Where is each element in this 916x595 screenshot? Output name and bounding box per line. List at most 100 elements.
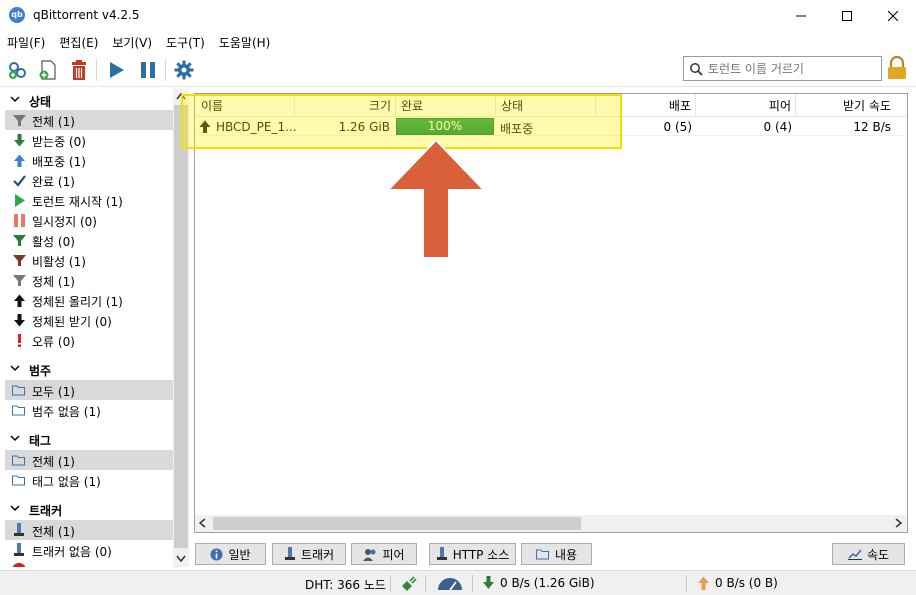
scroll-right-arrow-icon[interactable] xyxy=(894,518,902,528)
column-header-status[interactable]: 상태 xyxy=(496,94,596,116)
torrent-down-speed: 12 B/s xyxy=(853,120,891,134)
trackers-header-label: 트래커 xyxy=(29,504,63,518)
tab-http-sources[interactable]: HTTP 소스 xyxy=(429,543,516,565)
sidebar-tracker-all[interactable]: 전체 (1) xyxy=(5,520,173,540)
up-arrow-icon xyxy=(12,153,26,167)
scroll-up-arrow-icon[interactable] xyxy=(176,93,186,101)
sidebar-status-stalled-uploading[interactable]: 정체된 올리기 (1) xyxy=(5,290,173,310)
minimize-button[interactable] xyxy=(778,0,824,31)
sidebar-item-label: 받는중 (0) xyxy=(32,135,86,149)
menu-view[interactable]: 보기(V) xyxy=(105,31,159,53)
maximize-button[interactable] xyxy=(824,0,870,31)
sidebar-status-seeding[interactable]: 배포중 (1) xyxy=(5,150,173,170)
folder-icon xyxy=(12,403,26,417)
folder-icon xyxy=(12,453,26,467)
download-speed-icon xyxy=(483,576,494,589)
torrent-peers: 0 (4) xyxy=(763,120,792,134)
tab-general[interactable]: 일반 xyxy=(195,543,266,565)
tags-header-label: 태그 xyxy=(29,434,52,448)
sidebar-status-errored[interactable]: 오류 (0) xyxy=(5,330,173,350)
sidebar-status-paused[interactable]: 일시정지 (0) xyxy=(5,210,173,230)
window-title: qBittorrent v4.2.5 xyxy=(33,8,140,22)
list-scroll-thumb[interactable] xyxy=(213,517,581,530)
column-header-peers[interactable]: 피어 xyxy=(696,94,796,116)
sidebar-item-label: 태그 없음 (1) xyxy=(32,475,101,489)
status-separator xyxy=(686,575,687,592)
status-section-header[interactable]: 상태 xyxy=(5,90,173,110)
torrent-size: 1.26 GiB xyxy=(338,120,390,134)
column-header-progress[interactable]: 완료 xyxy=(396,94,496,116)
tracker-icon xyxy=(284,547,295,560)
sidebar-item-label: 트래커 없음 (0) xyxy=(32,545,112,559)
add-link-icon xyxy=(9,62,26,79)
torrent-progress-bar: 100% xyxy=(396,118,494,135)
sidebar-status-inactive[interactable]: 비활성 (1) xyxy=(5,250,173,270)
sidebar-item-label: 오류 (0) xyxy=(32,335,75,349)
maximize-icon xyxy=(842,10,852,21)
sidebar-status-active[interactable]: 활성 (0) xyxy=(5,230,173,250)
resume-button[interactable] xyxy=(104,58,128,82)
sidebar-tracker-error-partial[interactable] xyxy=(5,560,173,567)
column-header-down-speed[interactable]: 받기 속도 xyxy=(796,94,907,116)
torrent-list: 이름 크기 완료 상태 배포 피어 받기 속도 HBCD_PE_1... 1.2… xyxy=(194,93,908,533)
menu-edit[interactable]: 편집(E) xyxy=(52,31,105,53)
status-separator xyxy=(425,575,426,592)
sidebar-status-resumed[interactable]: 토런트 재시작 (1) xyxy=(5,190,173,210)
speed-button-label: 속도 xyxy=(866,547,890,562)
sidebar-status-completed[interactable]: 완료 (1) xyxy=(5,170,173,190)
add-torrent-file-button[interactable] xyxy=(36,58,60,82)
list-horizontal-scrollbar[interactable] xyxy=(195,515,907,532)
sidebar-status-all[interactable]: 전체 (1) xyxy=(5,110,173,130)
column-header-name[interactable]: 이름 xyxy=(195,94,295,116)
sidebar-category-all[interactable]: 모두 (1) xyxy=(5,380,173,400)
scroll-left-arrow-icon[interactable] xyxy=(199,518,207,528)
tab-peers[interactable]: 피어 xyxy=(351,543,417,565)
search-input[interactable] xyxy=(708,60,876,77)
sidebar-scrollbar[interactable] xyxy=(173,89,189,567)
sidebar-status-stalled[interactable]: 정체 (1) xyxy=(5,270,173,290)
error-circle-icon xyxy=(12,563,26,567)
menu-tools[interactable]: 도구(T) xyxy=(159,31,212,53)
speed-limit-gauge-icon[interactable] xyxy=(436,576,464,591)
add-torrent-link-button[interactable] xyxy=(6,58,30,82)
lock-button[interactable] xyxy=(886,55,908,84)
folder-icon xyxy=(12,383,26,397)
status-bar: DHT: 366 노드 0 B/s (1.26 GiB) 0 B/s (0 B) xyxy=(0,570,916,595)
close-button[interactable] xyxy=(870,0,916,31)
sidebar-status-stalled-downloading[interactable]: 정체된 받기 (0) xyxy=(5,310,173,330)
sidebar-item-label: 토런트 재시작 (1) xyxy=(32,195,123,209)
status-header-label: 상태 xyxy=(29,95,52,109)
sidebar-category-uncategorized[interactable]: 범주 없음 (1) xyxy=(5,400,173,420)
delete-torrent-button[interactable] xyxy=(67,58,91,82)
trackers-section-header[interactable]: 트래커 xyxy=(5,499,173,519)
filter-search-box[interactable] xyxy=(683,56,882,81)
sidebar-tracker-trackerless[interactable]: 트래커 없음 (0) xyxy=(5,540,173,560)
sidebar-status-downloading[interactable]: 받는중 (0) xyxy=(5,130,173,150)
up-arrow-icon xyxy=(12,293,26,307)
options-button[interactable] xyxy=(172,58,196,82)
sidebar-tag-untagged[interactable]: 태그 없음 (1) xyxy=(5,470,173,490)
menu-file[interactable]: 파일(F) xyxy=(0,31,52,53)
sidebar-item-label: 모두 (1) xyxy=(32,385,75,399)
sidebar-tag-all[interactable]: 전체 (1) xyxy=(5,450,173,470)
add-file-icon xyxy=(39,60,56,80)
tab-trackers[interactable]: 트래커 xyxy=(272,543,346,565)
tags-section-header[interactable]: 태그 xyxy=(5,429,173,449)
chart-icon xyxy=(847,549,862,560)
column-header-size[interactable]: 크기 xyxy=(295,94,396,116)
pause-button[interactable] xyxy=(136,58,160,82)
info-icon xyxy=(210,548,223,560)
connection-plug-icon[interactable] xyxy=(401,576,417,592)
status-separator xyxy=(390,575,391,592)
users-icon xyxy=(363,548,376,561)
menu-bar: 파일(F) 편집(E) 보기(V) 도구(T) 도움말(H) xyxy=(0,31,916,53)
dht-nodes: DHT: 366 노드 xyxy=(305,578,386,592)
tab-content[interactable]: 내용 xyxy=(521,543,592,565)
sidebar-scroll-thumb[interactable] xyxy=(174,105,188,548)
table-row[interactable]: HBCD_PE_1... 1.26 GiB 100% 배포중 0 (5) 0 (… xyxy=(195,117,907,136)
scroll-down-arrow-icon[interactable] xyxy=(176,555,186,563)
speed-graph-button[interactable]: 속도 xyxy=(832,543,905,565)
menu-help[interactable]: 도움말(H) xyxy=(212,31,278,53)
category-section-header[interactable]: 범주 xyxy=(5,359,173,379)
column-header-seeds[interactable]: 배포 xyxy=(596,94,696,116)
